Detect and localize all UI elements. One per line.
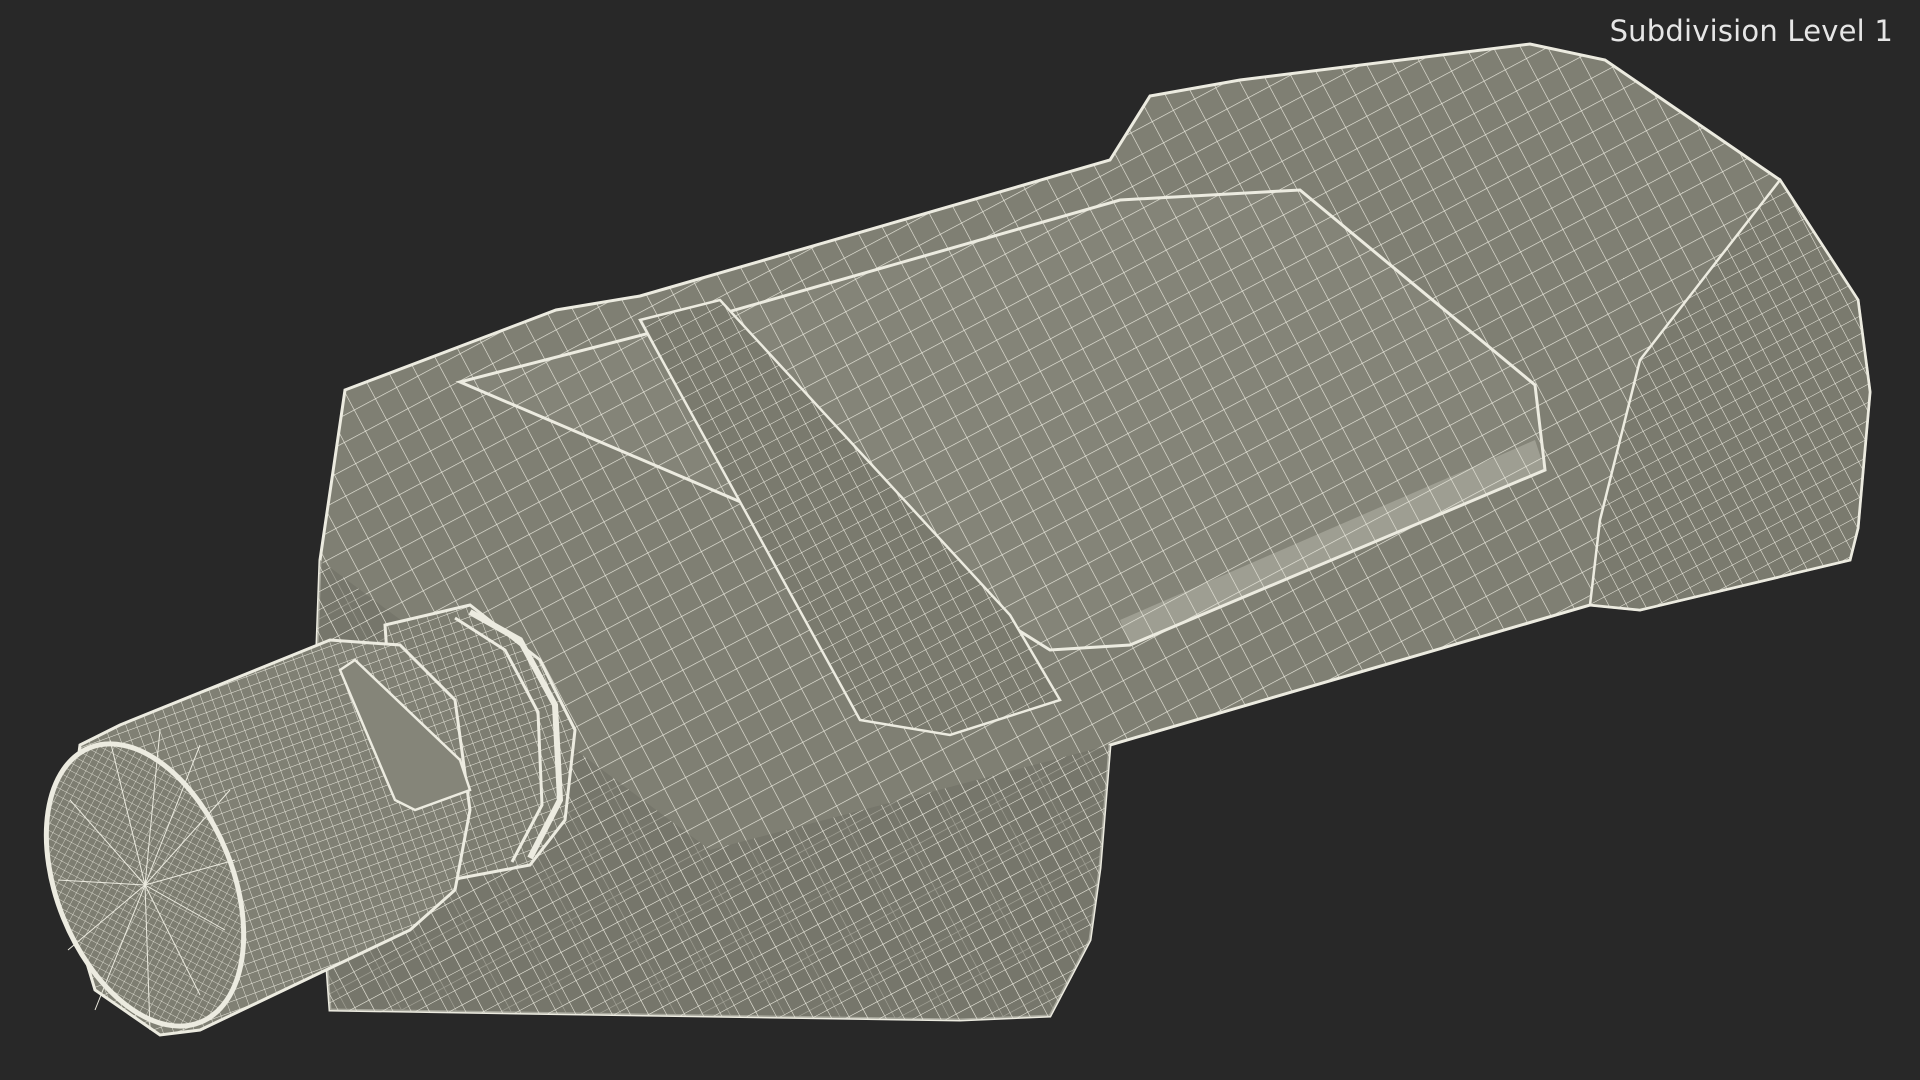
render-viewport: Subdivision Level 1 — [0, 0, 1920, 1080]
subdivision-level-label: Subdivision Level 1 — [1609, 14, 1893, 48]
wireframe-model — [43, 42, 1872, 1037]
